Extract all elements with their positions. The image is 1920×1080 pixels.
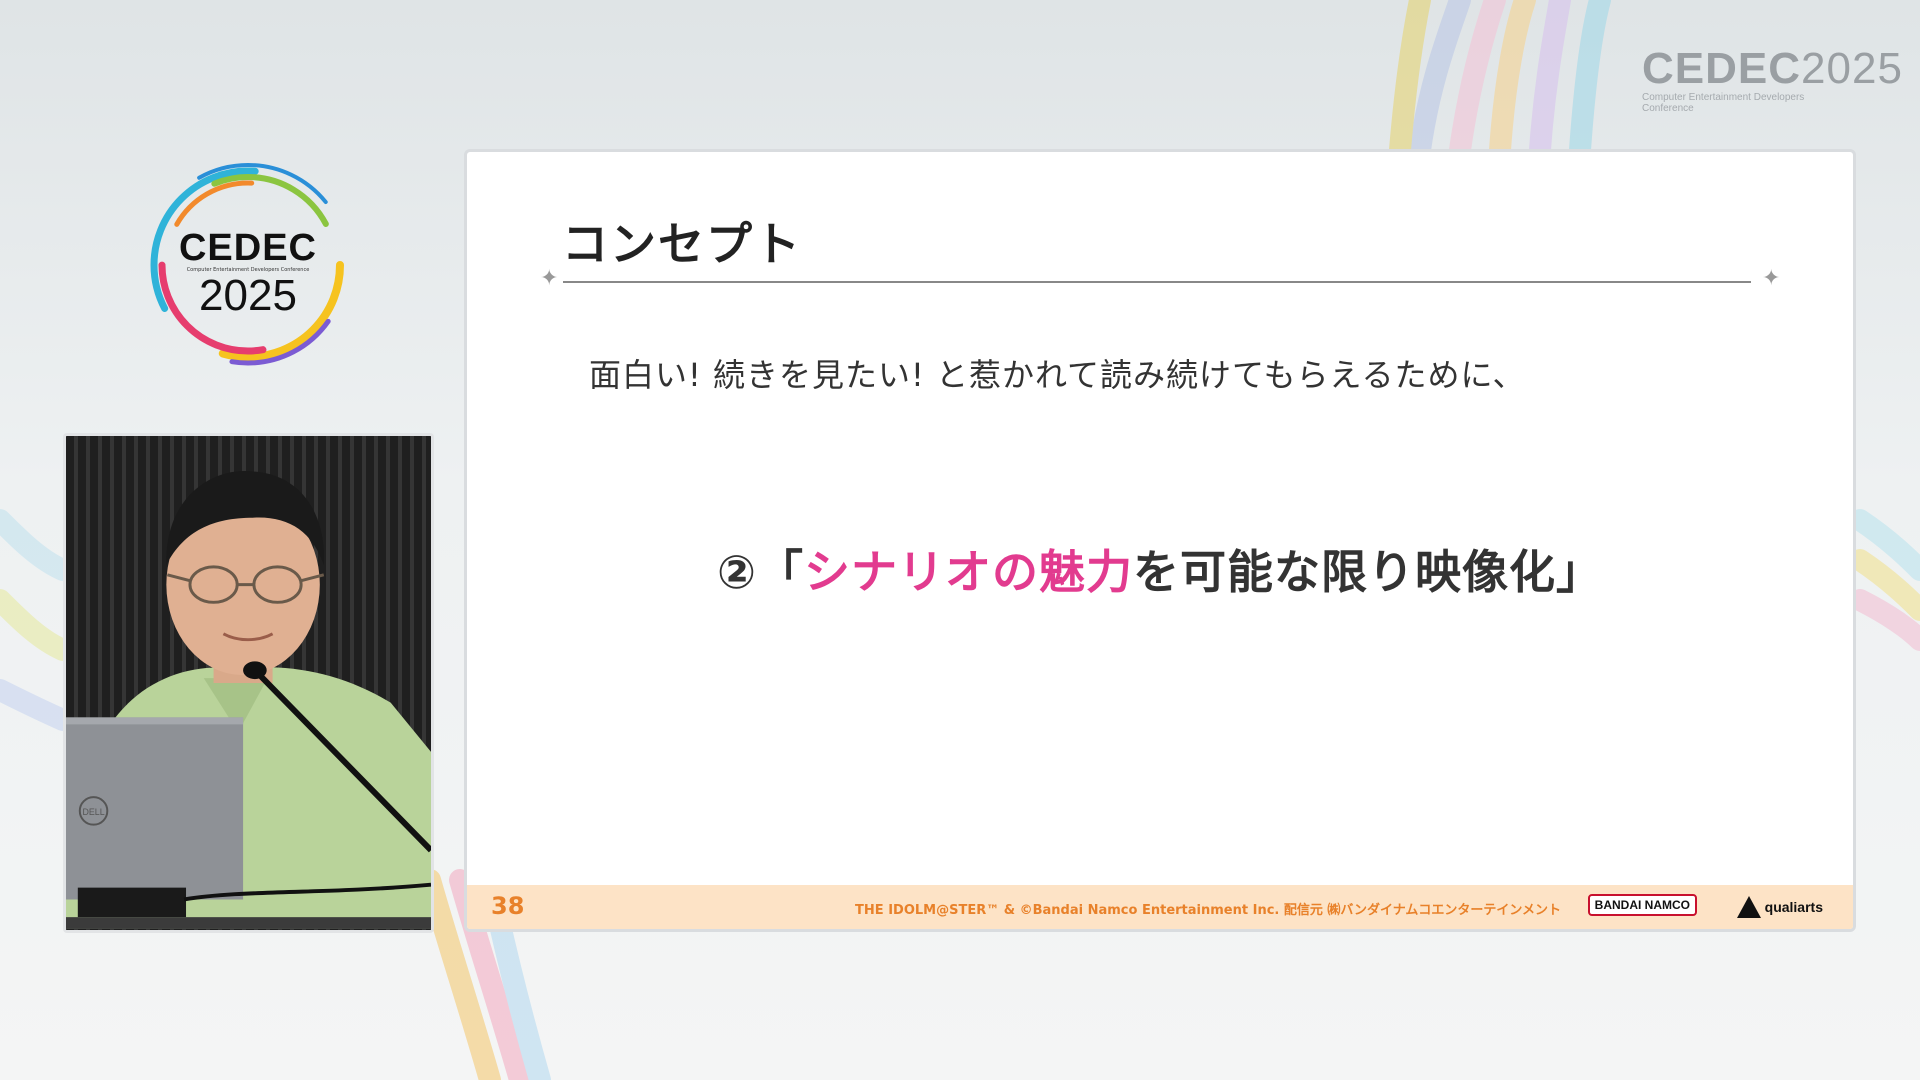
logo-year: 2025	[199, 271, 297, 320]
logo-title: CEDEC	[178, 227, 318, 269]
slide-title: コンセプト	[562, 217, 802, 271]
speaker-figure: DELL	[66, 470, 431, 929]
corner-logo: CEDEC2025 Computer Entertainment Develop…	[1642, 44, 1903, 114]
qualiarts-triangle-icon	[1736, 896, 1761, 918]
copyright-notice: THE IDOLM@STER™ & ©Bandai Namco Entertai…	[855, 903, 1561, 918]
cedec-logo: CEDEC Computer Entertainment Developers …	[138, 155, 358, 375]
page-number: 38	[491, 892, 525, 920]
sparkle-icon: ✦	[540, 266, 559, 291]
corner-logo-title: CEDEC2025	[1642, 44, 1903, 93]
slide-lead-text: 面白い! 続きを見たい! と惹かれて読み続けてもらえるために、	[589, 356, 1526, 394]
presentation-slide: コンセプト ✦ ✦ 面白い! 続きを見たい! と惹かれて読み続けてもらえるために…	[464, 149, 1856, 932]
speaker-video: DELL	[63, 433, 434, 933]
title-divider	[563, 281, 1751, 283]
key-point-suffix: を可能な限り映像化」	[1132, 545, 1603, 599]
bandai-namco-logo: BANDAI NAMCO	[1587, 894, 1697, 916]
laptop-badge: DELL	[82, 807, 104, 817]
sparkle-icon: ✦	[1762, 266, 1781, 291]
qualiarts-logo: qualiarts	[1736, 894, 1823, 920]
slide-key-point: ②「シナリオの魅力を可能な限り映像化」	[467, 536, 1853, 602]
qualiarts-label: qualiarts	[1764, 899, 1823, 915]
slide-footer: 38 THE IDOLM@STER™ & ©Bandai Namco Enter…	[467, 885, 1853, 929]
key-point-prefix: ②「	[717, 545, 804, 599]
corner-logo-subtitle: Computer Entertainment Developers Confer…	[1642, 92, 1805, 114]
key-point-highlight: シナリオの魅力	[803, 545, 1133, 599]
